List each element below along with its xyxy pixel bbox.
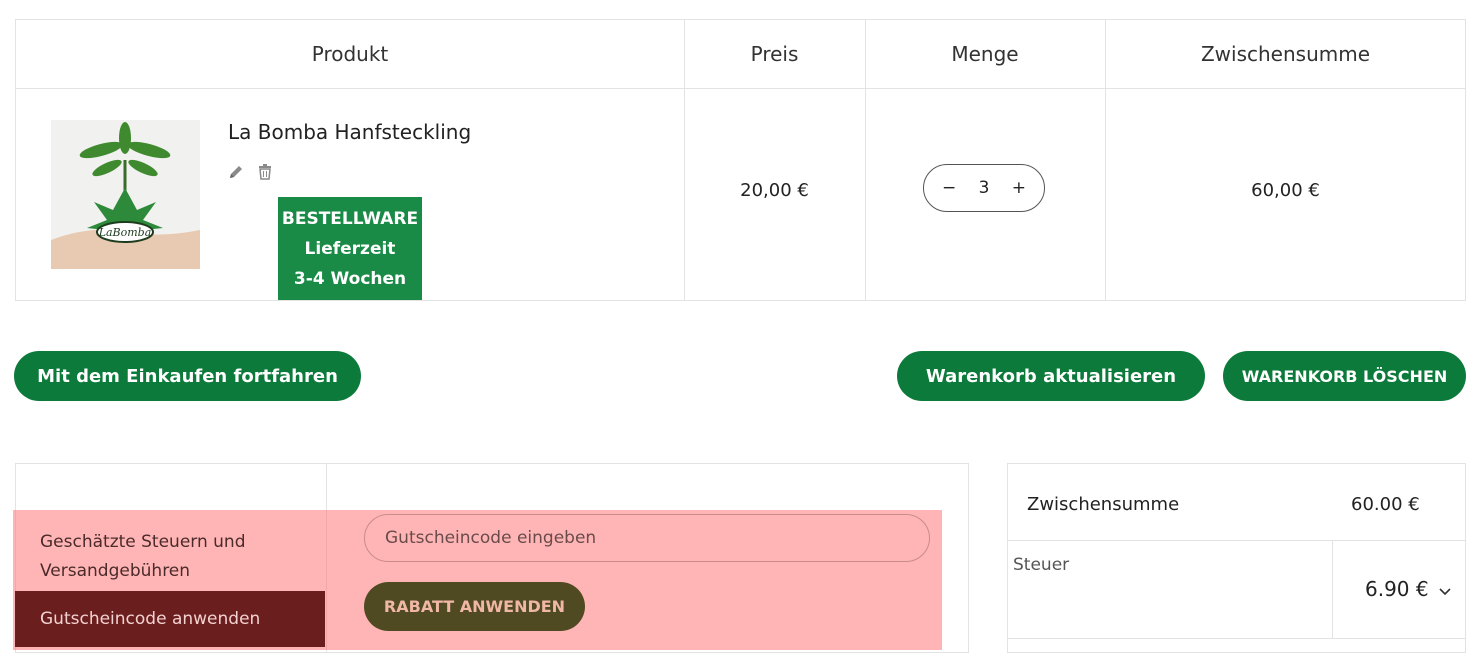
trash-icon[interactable] [256,163,274,181]
plant-image-icon: LaBomba [51,120,200,269]
divider [865,20,866,300]
product-image[interactable]: LaBomba [51,120,200,269]
decrease-button[interactable]: − [942,178,956,198]
product-name[interactable]: La Bomba Hanfsteckling [228,120,471,144]
col-header-quantity: Menge [951,42,1019,66]
clear-cart-button[interactable]: WARENKORB LÖSCHEN [1223,351,1466,401]
totals-subtotal-value: 60.00 € [1351,494,1420,515]
logo-text: LaBomba [98,226,152,239]
item-subtotal: 60,00 € [1251,180,1320,201]
tax-label: Steuer [1013,555,1070,575]
divider [16,88,1465,89]
badge-line: Lieferzeit [304,238,396,259]
col-header-product: Produkt [311,42,389,66]
backorder-badge: BESTELLWARE Lieferzeit 3-4 Wochen [278,197,422,300]
tax-value: 6.90 € [1365,577,1429,601]
apply-discount-button[interactable]: RABATT ANWENDEN [364,582,585,631]
increase-button[interactable]: + [1012,178,1026,198]
item-price: 20,00 € [740,180,809,201]
divider [1105,20,1106,300]
continue-shopping-button[interactable]: Mit dem Einkaufen fortfahren [14,351,361,401]
cart-totals: Zwischensumme 60.00 € Steuer 6.90 € [1007,463,1466,653]
coupon-code-input[interactable] [364,514,930,562]
quantity-value[interactable]: 3 [979,178,990,198]
chevron-down-icon[interactable] [1438,582,1452,601]
divider [1008,638,1465,639]
divider [1332,540,1333,638]
tab-apply-coupon[interactable]: Gutscheincode anwenden [15,591,325,647]
edit-icon[interactable] [227,163,245,181]
col-header-subtotal: Zwischensumme [1200,42,1371,66]
badge-line: 3-4 Wochen [293,268,407,289]
quantity-stepper[interactable]: − 3 + [923,164,1045,212]
badge-line: BESTELLWARE [281,208,419,229]
totals-subtotal-label: Zwischensumme [1027,494,1180,515]
col-header-price: Preis [750,42,799,66]
tab-estimate-shipping[interactable]: Geschätzte Steuern und Versandgebühren [40,528,300,586]
divider [684,20,685,300]
update-cart-button[interactable]: Warenkorb aktualisieren [897,351,1205,401]
divider [1008,540,1465,541]
cart-table: Produkt Preis Menge Zwischensumme LaBomb… [15,19,1466,301]
